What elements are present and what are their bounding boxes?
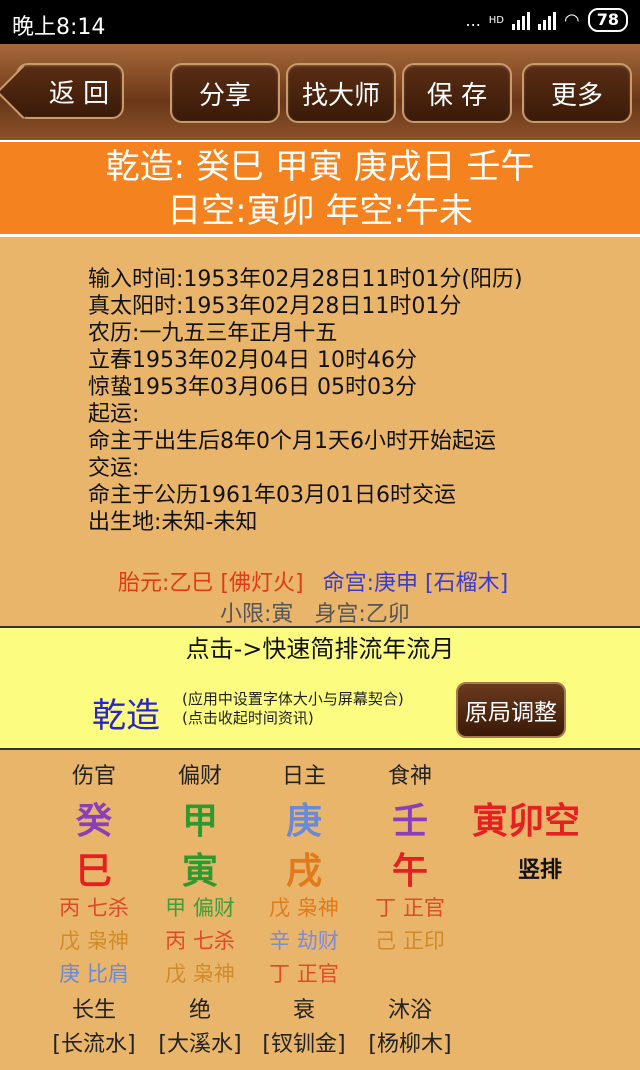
hidden-stem: 己 正印 (375, 929, 445, 953)
earthly-branch: 巳 (75, 851, 112, 892)
ten-god-label: 伤官 (71, 764, 116, 789)
heavenly-stem: 癸 (75, 801, 112, 842)
vertical-layout-button[interactable]: 竖排 (518, 852, 562, 884)
info-line: 命主于出生后8年0个月1天6小时开始起运 (88, 429, 496, 454)
panel-hint: (应用中设置字体大小与屏幕契合) (点击收起时间资讯) (182, 690, 404, 727)
info-line: 出生地:未知-未知 (88, 510, 258, 535)
battery-icon: 78 (587, 8, 628, 32)
nayin-label: [钗钏金] (262, 1032, 346, 1057)
info-line: 立春1953年02月04日 10时46分 (88, 348, 417, 373)
info-line: 真太阳时:1953年02月28日11时01分 (88, 294, 462, 319)
hidden-stem: 戊 枭神 (59, 929, 129, 953)
heavenly-stem: 庚 (285, 801, 322, 842)
chart-panel-header[interactable]: 乾造 (应用中设置字体大小与屏幕契合) (点击收起时间资讯) 原局调整 (0, 670, 640, 750)
signal-icon-2 (538, 10, 557, 30)
save-button[interactable]: 保 存 (402, 63, 512, 123)
info-line: 惊蛰1953年03月06日 05时03分 (88, 375, 417, 400)
network-label: HD (488, 14, 505, 26)
ten-god-label: 偏财 (177, 764, 222, 789)
status-time: 晚上8:14 (12, 15, 106, 40)
hidden-stem: 丙 七杀 (59, 896, 129, 920)
find-master-button[interactable]: 找大师 (286, 63, 396, 123)
ten-god-label: 日主 (281, 764, 326, 789)
heavenly-stem: 甲 (181, 801, 218, 842)
life-stage: 长生 (71, 998, 116, 1023)
info-line: 命主于公历1961年03月01日6时交运 (88, 483, 456, 508)
status-icons: ... HD ◠ 78 (466, 8, 628, 32)
info-line: 输入时间:1953年02月28日11时01分(阳历) (88, 267, 523, 292)
info-line: 起运: (88, 402, 140, 427)
time-info[interactable]: 输入时间:1953年02月28日11时01分(阳历) 真太阳时:1953年02月… (88, 266, 628, 536)
minggong: 命宫:庚申 [石榴木] (322, 571, 509, 596)
quick-liunian-link[interactable]: 点击->快速简排流年流月 (0, 626, 640, 672)
hidden-stem: 戊 枭神 (165, 962, 235, 986)
life-stage: 绝 (188, 998, 211, 1023)
earthly-branch: 寅 (181, 851, 218, 892)
taiyuan-minggong: 胎元:乙巳 [佛灯火] 命宫:庚申 [石榴木] (118, 565, 508, 597)
hidden-stem: 丁 正官 (375, 896, 445, 920)
adjust-chart-button[interactable]: 原局调整 (456, 682, 566, 738)
nayin-label: [杨柳木] (368, 1032, 452, 1057)
hidden-stem: 庚 比肩 (59, 962, 129, 986)
heavenly-stem: 壬 (391, 801, 428, 842)
signal-icon (512, 10, 531, 30)
more-button[interactable]: 更多 (522, 63, 632, 123)
nayin-label: [大溪水] (158, 1032, 242, 1057)
status-bar: 晚上8:14 ... HD ◠ 78 (0, 0, 640, 44)
hidden-stem: 甲 偏财 (165, 896, 235, 920)
share-button[interactable]: 分享 (170, 63, 280, 123)
life-stage: 沐浴 (387, 998, 432, 1023)
taiyuan: 胎元:乙巳 [佛灯火] (118, 571, 304, 596)
earthly-branch: 戌 (285, 851, 322, 892)
qianzao-label: 乾造 (92, 696, 160, 736)
kong-label: 寅卯空 (472, 801, 581, 842)
hidden-stem: 戊 枭神 (269, 896, 339, 920)
hidden-stem: 丙 七杀 (165, 929, 235, 953)
wifi-icon: ◠ (564, 9, 580, 31)
nayin-label: [长流水] (52, 1032, 136, 1057)
ten-god-label: 食神 (387, 764, 432, 789)
kong-line: 日空:寅卯 年空:午未 (167, 191, 473, 231)
hidden-stem: 丁 正官 (269, 962, 339, 986)
info-line: 农历:一九五三年正月十五 (88, 321, 338, 346)
more-dots-icon: ... (465, 10, 481, 30)
info-line: 交运: (88, 456, 140, 481)
bazi-line: 乾造: 癸巳 甲寅 庚戌日 壬午 (105, 147, 535, 187)
earthly-branch: 午 (391, 851, 428, 892)
life-stage: 衰 (292, 998, 315, 1023)
toolbar: 返 回 分享 找大师 保 存 更多 (0, 44, 640, 140)
xiaoxian-shengong: 小限:寅 身宫:乙卯 (220, 602, 410, 627)
hidden-stem: 辛 劫财 (269, 929, 339, 953)
bazi-header: 乾造: 癸巳 甲寅 庚戌日 壬午 日空:寅卯 年空:午未 (0, 140, 640, 237)
back-button[interactable]: 返 回 (16, 63, 124, 119)
